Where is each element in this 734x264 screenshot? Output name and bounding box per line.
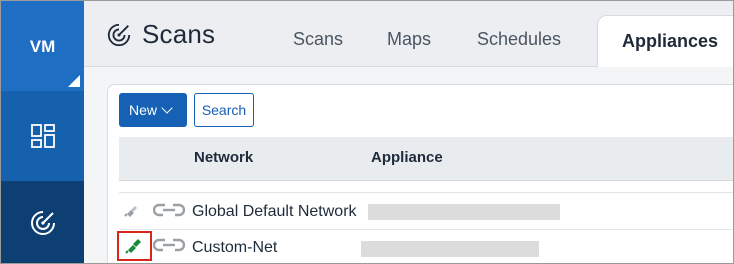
row-divider	[119, 229, 733, 230]
rail-item-dashboard[interactable]	[1, 91, 84, 181]
module-label: VM	[29, 37, 56, 56]
new-button-label: New	[129, 102, 158, 118]
tab-scans[interactable]: Scans	[293, 29, 343, 50]
radar-icon	[30, 211, 55, 235]
redacted-appliance	[361, 241, 539, 257]
module-switcher[interactable]: VM	[1, 1, 84, 91]
new-button[interactable]: New	[119, 93, 187, 127]
rail-item-scans[interactable]	[1, 181, 84, 263]
app-window: VM Scans Scans Maps Schedules Appliances…	[0, 0, 734, 264]
tab-appliances[interactable]: Appliances	[597, 15, 733, 68]
row-divider	[119, 192, 733, 193]
page-header: Scans Scans Maps Schedules Appliances	[84, 1, 733, 68]
link-icon	[153, 238, 185, 252]
page-title-group: Scans	[106, 19, 215, 50]
left-rail: VM	[1, 1, 84, 263]
network-name: Custom-Net	[192, 239, 278, 256]
page-title: Scans	[142, 19, 216, 49]
module-menu-indicator-icon	[68, 75, 80, 87]
tab-schedules[interactable]: Schedules	[477, 29, 561, 50]
redacted-appliance	[368, 204, 560, 220]
column-header-network[interactable]: Network	[194, 149, 253, 166]
tab-maps[interactable]: Maps	[387, 29, 431, 50]
network-name: Global Default Network	[192, 203, 357, 220]
radar-icon	[107, 23, 131, 46]
link-icon	[153, 203, 185, 217]
search-button[interactable]: Search	[194, 93, 254, 127]
chevron-down-icon	[161, 102, 173, 114]
plug-icon	[124, 206, 137, 217]
dashboard-icon	[30, 124, 55, 148]
column-header-appliance[interactable]: Appliance	[371, 149, 443, 166]
status-highlight	[117, 231, 152, 261]
